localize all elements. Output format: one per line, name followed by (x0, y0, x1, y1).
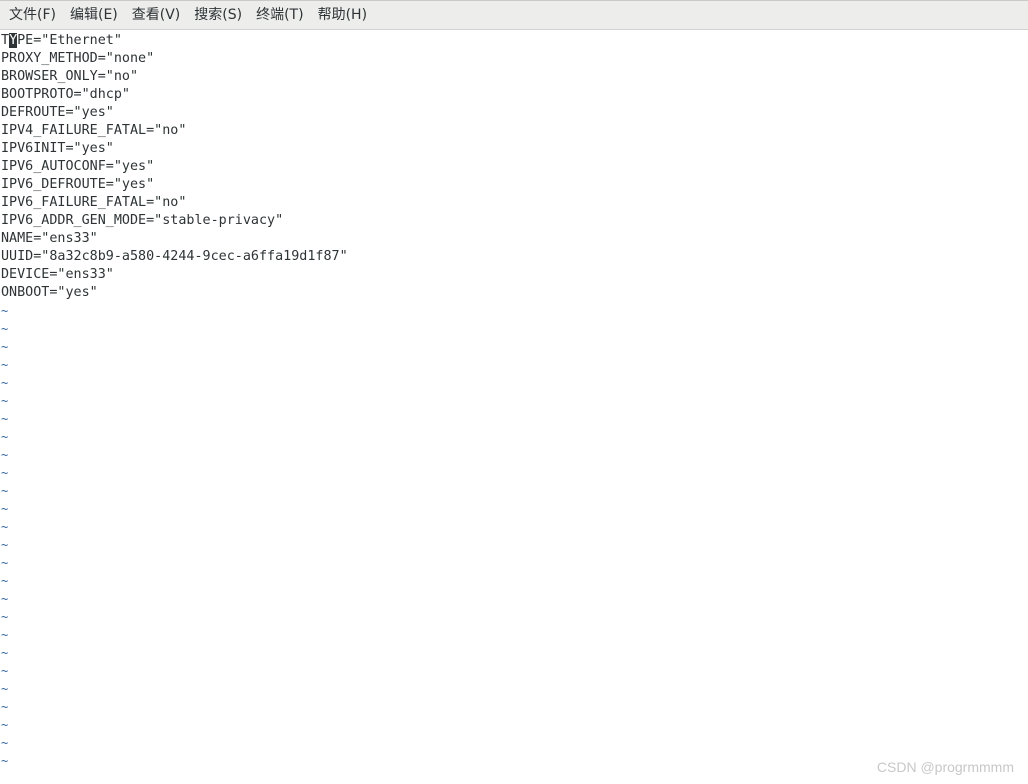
config-line: PROXY_METHOD="none" (1, 51, 155, 66)
empty-line-tilde: ~ (1, 628, 9, 642)
empty-line-tilde: ~ (1, 556, 9, 570)
menu-file[interactable]: 文件(F) (2, 1, 63, 29)
empty-line-tilde: ~ (1, 448, 9, 462)
terminal-window: 文件(F) 编辑(E) 查看(V) 搜索(S) 终端(T) 帮助(H) TYPE… (0, 0, 1028, 784)
empty-line-tilde: ~ (1, 646, 9, 660)
empty-line-tilde: ~ (1, 484, 9, 498)
menu-help[interactable]: 帮助(H) (311, 1, 374, 29)
line-text-after-cursor: PE="Ethernet" (17, 33, 122, 48)
menu-view[interactable]: 查看(V) (125, 1, 188, 29)
config-line: UUID="8a32c8b9-a580-4244-9cec-a6ffa19d1f… (1, 249, 348, 264)
empty-line-tilde: ~ (1, 376, 9, 390)
empty-line-tilde: ~ (1, 610, 9, 624)
config-line: IPV4_FAILURE_FATAL="no" (1, 123, 187, 138)
menu-bar: 文件(F) 编辑(E) 查看(V) 搜索(S) 终端(T) 帮助(H) (0, 1, 1028, 30)
empty-lines: ~ ~ ~ ~ ~ ~ ~ ~ ~ ~ ~ ~ ~ ~ ~ ~ ~ ~ ~ ~ ~ ~ ~ ~ ~ ~ (1, 302, 1028, 770)
config-line: ONBOOT="yes" (1, 285, 98, 300)
empty-line-tilde: ~ (1, 664, 9, 678)
empty-line-tilde: ~ (1, 322, 9, 336)
empty-line-tilde: ~ (1, 394, 9, 408)
terminal-text-area[interactable]: TYPE="Ethernet" PROXY_METHOD="none" BROW… (1, 32, 1028, 784)
watermark: CSDN @progrmmmm (876, 759, 1014, 775)
empty-line-tilde: ~ (1, 736, 9, 750)
empty-line-tilde: ~ (1, 430, 9, 444)
config-line: IPV6_ADDR_GEN_MODE="stable-privacy" (1, 213, 284, 228)
menu-terminal[interactable]: 终端(T) (249, 1, 310, 29)
config-line: NAME="ens33" (1, 231, 98, 246)
config-line: BROWSER_ONLY="no" (1, 69, 139, 84)
empty-line-tilde: ~ (1, 304, 9, 318)
menu-edit[interactable]: 编辑(E) (63, 1, 125, 29)
empty-line-tilde: ~ (1, 538, 9, 552)
empty-line-tilde: ~ (1, 412, 9, 426)
empty-line-tilde: ~ (1, 520, 9, 534)
config-line: DEFROUTE="yes" (1, 105, 114, 120)
empty-line-tilde: ~ (1, 682, 9, 696)
empty-line-tilde: ~ (1, 502, 9, 516)
empty-line-tilde: ~ (1, 574, 9, 588)
empty-line-tilde: ~ (1, 340, 9, 354)
empty-line-tilde: ~ (1, 718, 9, 732)
config-line-type: TYPE="Ethernet" (1, 32, 1028, 50)
empty-line-tilde: ~ (1, 592, 9, 606)
config-line: DEVICE="ens33" (1, 267, 114, 282)
text-cursor: Y (9, 33, 18, 48)
config-line: BOOTPROTO="dhcp" (1, 87, 130, 102)
empty-line-tilde: ~ (1, 358, 9, 372)
config-line: IPV6_DEFROUTE="yes" (1, 177, 155, 192)
empty-line-tilde: ~ (1, 466, 9, 480)
config-line: IPV6_FAILURE_FATAL="no" (1, 195, 187, 210)
empty-line-tilde: ~ (1, 700, 9, 714)
config-line: IPV6_AUTOCONF="yes" (1, 159, 155, 174)
empty-line-tilde: ~ (1, 754, 9, 768)
menu-search[interactable]: 搜索(S) (187, 1, 249, 29)
line-text-before-cursor: T (1, 33, 10, 48)
config-line: IPV6INIT="yes" (1, 141, 114, 156)
